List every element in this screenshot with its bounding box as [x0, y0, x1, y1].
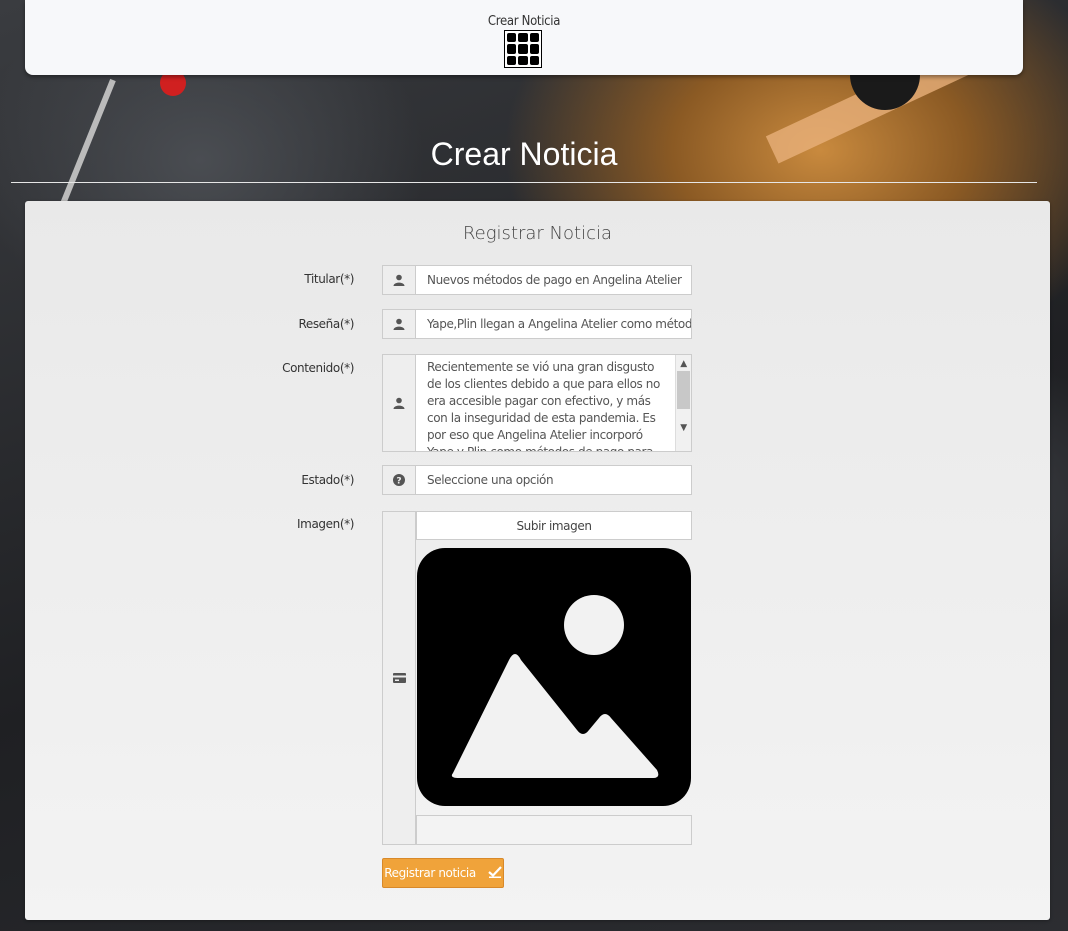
form-panel: Registrar Noticia Titular(*) Nuevos méto…: [25, 201, 1050, 920]
question-circle-icon: ?: [382, 465, 416, 495]
grid-icon[interactable]: [504, 30, 542, 68]
user-icon: [382, 354, 416, 452]
titular-input[interactable]: Nuevos métodos de pago en Angelina Ateli…: [416, 265, 692, 295]
credit-card-icon: [382, 511, 416, 845]
resena-label: Reseña(*): [298, 317, 354, 331]
submit-label: Registrar noticia: [384, 866, 476, 880]
svg-text:?: ?: [396, 477, 401, 487]
contenido-text: Recientemente se vió una gran disgusto d…: [427, 360, 660, 452]
contenido-textarea[interactable]: Recientemente se vió una gran disgusto d…: [416, 354, 692, 452]
image-placeholder-icon: [417, 548, 691, 806]
imagen-label: Imagen(*): [297, 517, 354, 531]
upload-image-button[interactable]: Subir imagen: [416, 511, 692, 540]
file-name-field[interactable]: [416, 815, 692, 845]
user-icon: [382, 309, 416, 339]
titular-label: Titular(*): [304, 272, 354, 286]
page-title: Crear Noticia: [430, 136, 618, 172]
estado-label: Estado(*): [301, 473, 354, 487]
contenido-label: Contenido(*): [282, 361, 354, 375]
user-icon: [382, 265, 416, 295]
scroll-thumb[interactable]: [677, 371, 690, 409]
scroll-down-icon[interactable]: ▼: [676, 420, 691, 437]
form-title: Registrar Noticia: [462, 223, 613, 244]
resena-input[interactable]: Yape,Plin llegan a Angelina Atelier como…: [416, 309, 692, 339]
title-divider: [11, 182, 1037, 183]
estado-select[interactable]: Seleccione una opción: [416, 465, 692, 495]
submit-button[interactable]: Registrar noticia: [382, 858, 504, 888]
top-menu-bar: Crear Noticia: [25, 0, 1023, 75]
check-icon: [488, 865, 502, 881]
textarea-scrollbar[interactable]: ▲ ▼: [675, 355, 691, 451]
menu-title[interactable]: Crear Noticia: [25, 14, 1023, 29]
